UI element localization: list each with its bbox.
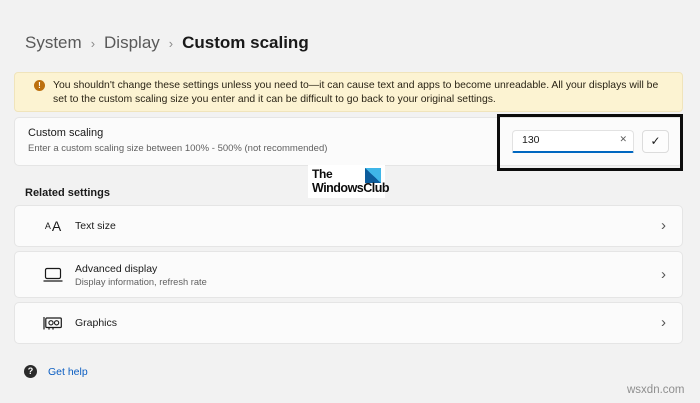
row-graphics[interactable]: Graphics › xyxy=(14,302,683,344)
custom-scaling-description: Enter a custom scaling size between 100%… xyxy=(28,143,328,154)
related-settings-header: Related settings xyxy=(25,187,110,199)
warning-text: You shouldn't change these settings unle… xyxy=(53,80,659,105)
logo-text-the: The xyxy=(312,167,333,181)
text-size-icon: AA xyxy=(44,218,62,234)
page-title: Custom scaling xyxy=(182,33,309,52)
monitor-icon xyxy=(39,252,67,297)
warning-icon: ! xyxy=(34,80,45,91)
row-text-size[interactable]: AA Text size › xyxy=(14,205,683,247)
chevron-right-icon: › xyxy=(661,265,666,283)
row-label: Advanced display xyxy=(75,262,158,275)
gpu-icon xyxy=(39,303,67,343)
chevron-right-icon: › xyxy=(661,216,666,234)
logo-text-windowsclub: WindowsClub xyxy=(312,181,390,195)
custom-scaling-title: Custom scaling xyxy=(28,127,104,139)
breadcrumb-system[interactable]: System xyxy=(25,33,82,53)
row-label: Graphics xyxy=(75,317,118,329)
help-icon: ? xyxy=(24,365,37,378)
confirm-scaling-button[interactable]: ✓ xyxy=(642,130,669,153)
get-help-link[interactable]: ? Get help xyxy=(24,365,88,378)
chevron-right-icon: › xyxy=(90,36,96,51)
row-description: Display information, refresh rate xyxy=(75,276,207,287)
row-advanced-display[interactable]: Advanced display Display information, re… xyxy=(14,251,683,298)
custom-scaling-input[interactable] xyxy=(512,130,634,153)
warning-banner: ! You shouldn't change these settings un… xyxy=(14,72,683,112)
clear-input-icon[interactable]: ✕ xyxy=(619,135,627,144)
chevron-right-icon: › xyxy=(168,36,174,51)
chevron-right-icon: › xyxy=(661,313,666,331)
windowsclub-watermark: The WindowsClub xyxy=(308,165,390,198)
breadcrumb-display[interactable]: Display xyxy=(104,33,160,53)
settings-window: System › Display › Custom scaling ! You … xyxy=(0,0,700,403)
site-watermark: wsxdn.com xyxy=(627,384,685,396)
custom-scaling-input-wrap: ✕ xyxy=(512,130,634,153)
row-label: Text size xyxy=(75,220,116,232)
breadcrumb: System › Display › Custom scaling xyxy=(25,33,309,53)
get-help-label: Get help xyxy=(48,365,88,378)
